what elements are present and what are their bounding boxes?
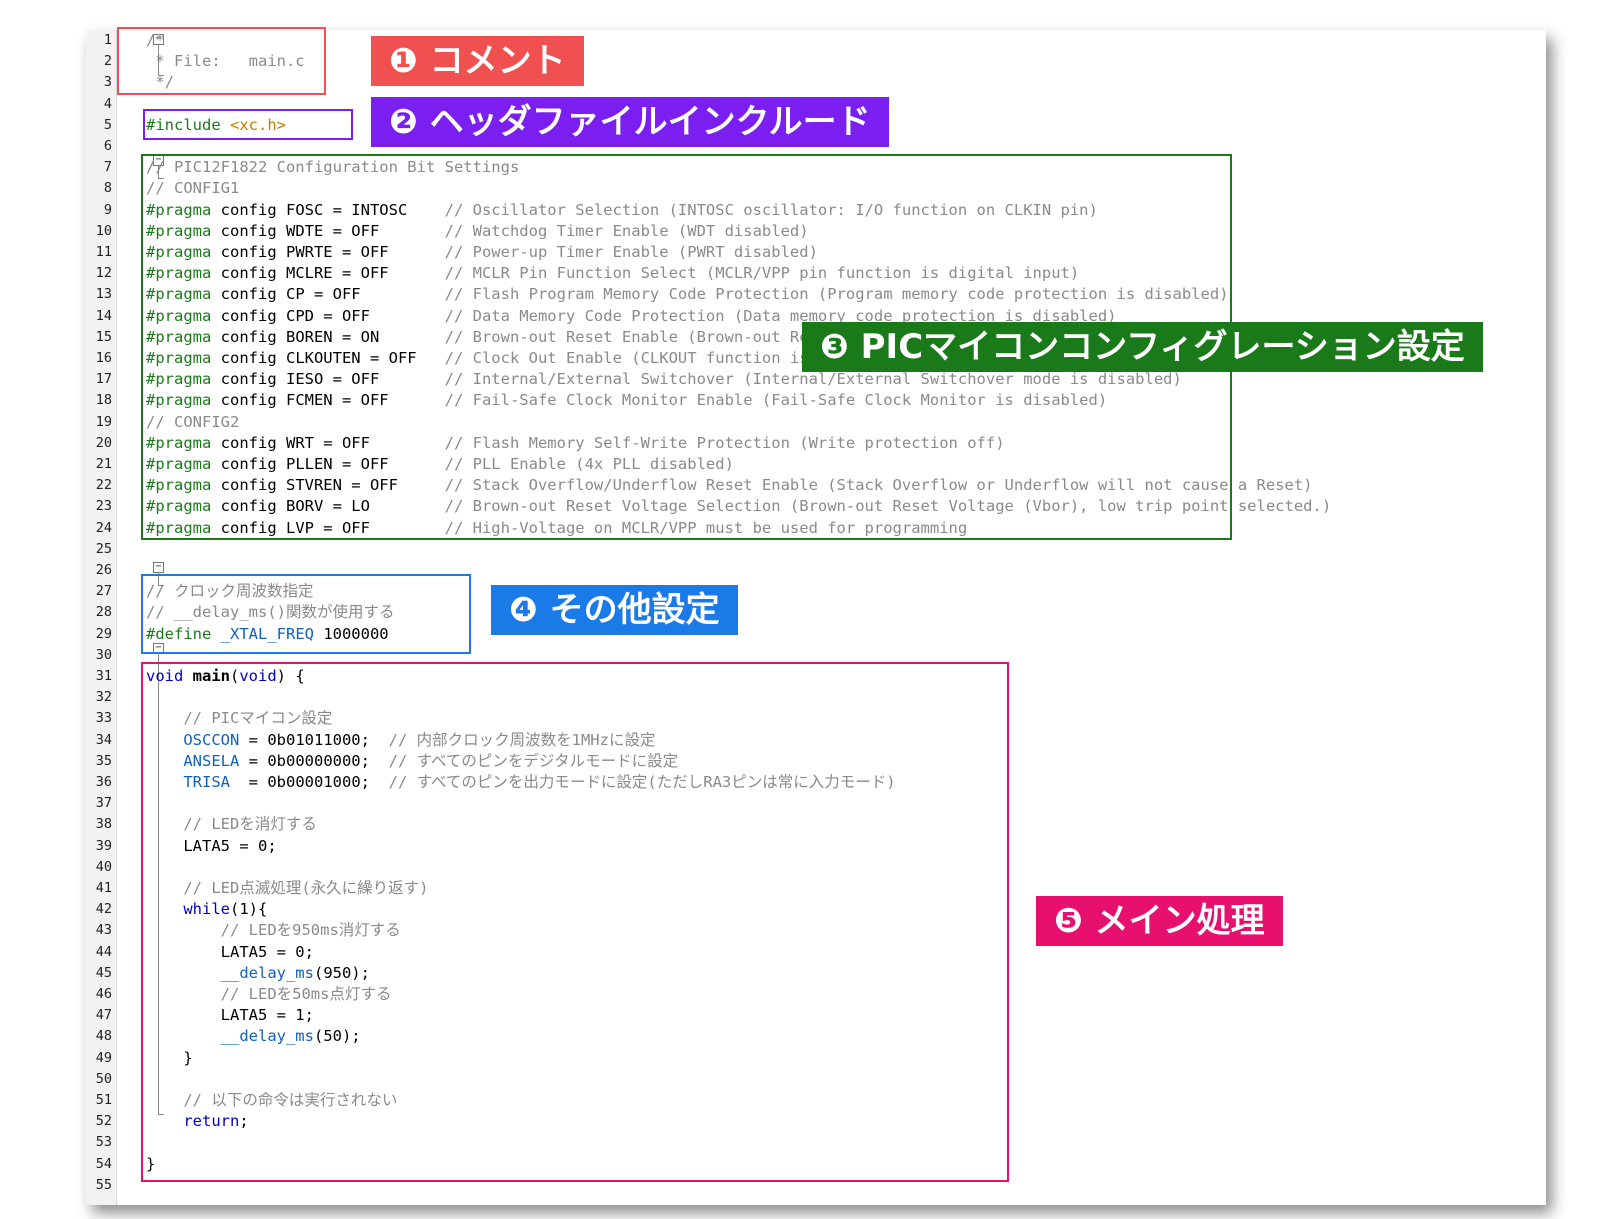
line-number: 21 bbox=[95, 456, 112, 472]
line-number: 15 bbox=[95, 328, 112, 345]
label-main-process: ❺ メイン処理 bbox=[1036, 896, 1283, 946]
other-settings-box bbox=[141, 574, 471, 654]
line-number: 34 bbox=[95, 731, 112, 748]
line-number: 17 bbox=[95, 371, 112, 388]
line-number: 35 bbox=[95, 752, 112, 769]
line-number: 7 bbox=[103, 159, 112, 176]
line-number: 36 bbox=[95, 774, 112, 790]
line-number: 23 bbox=[95, 498, 112, 515]
line-number: 27 bbox=[95, 583, 112, 600]
line-number: 28 bbox=[95, 604, 112, 621]
line-number: 41 bbox=[95, 880, 112, 896]
line-number: 37 bbox=[95, 795, 112, 812]
line-number: 11 bbox=[95, 244, 112, 260]
line-number: 31 bbox=[95, 668, 112, 684]
comment-section-box bbox=[117, 27, 326, 95]
line-number: 2 bbox=[103, 53, 112, 70]
line-number: 14 bbox=[95, 307, 112, 324]
line-number: 26 bbox=[95, 562, 112, 578]
line-number: 13 bbox=[95, 286, 112, 303]
line-number: 12 bbox=[95, 265, 112, 282]
line-number: 51 bbox=[95, 1092, 112, 1108]
line-number: 40 bbox=[95, 858, 112, 875]
include-section-box bbox=[143, 109, 353, 140]
label-header-include: ❷ ヘッダファイルインクルード bbox=[371, 97, 889, 147]
line-number: 24 bbox=[95, 519, 112, 536]
line-number: 48 bbox=[95, 1028, 112, 1045]
line-number: 45 bbox=[95, 964, 112, 981]
line-number: 47 bbox=[95, 1007, 112, 1024]
line-number: 9 bbox=[103, 201, 112, 218]
line-number: 52 bbox=[95, 1113, 112, 1130]
label-comment: ❶ コメント bbox=[371, 36, 584, 86]
fold-column: − − − − bbox=[117, 30, 164, 1205]
label-other-settings: ❹ その他設定 bbox=[491, 585, 738, 635]
line-number: 54 bbox=[95, 1155, 112, 1172]
label-pic-config: ❸ PICマイコンコンフィグレーション設定 bbox=[802, 322, 1483, 372]
line-number: 16 bbox=[95, 350, 112, 366]
main-process-box bbox=[141, 662, 1009, 1182]
line-number: 1 bbox=[103, 32, 112, 48]
fold-toggle-icon[interactable]: − bbox=[153, 562, 164, 573]
line-number: 49 bbox=[95, 1049, 112, 1066]
line-number: 20 bbox=[95, 434, 112, 451]
line-number: 30 bbox=[95, 646, 112, 663]
line-number: 22 bbox=[95, 477, 112, 494]
line-number: 53 bbox=[95, 1134, 112, 1151]
line-number: 4 bbox=[103, 95, 112, 112]
line-number: 42 bbox=[95, 901, 112, 918]
line-number: 6 bbox=[103, 138, 112, 154]
line-number: 32 bbox=[95, 689, 112, 706]
line-number: 50 bbox=[95, 1070, 112, 1087]
line-number: 55 bbox=[95, 1176, 112, 1193]
line-number: 29 bbox=[95, 625, 112, 642]
line-number: 44 bbox=[95, 943, 112, 960]
line-number: 8 bbox=[103, 180, 112, 197]
line-number: 33 bbox=[95, 710, 112, 727]
line-number: 38 bbox=[95, 816, 112, 833]
line-number: 43 bbox=[95, 922, 112, 939]
line-number: 18 bbox=[95, 392, 112, 409]
line-number: 5 bbox=[103, 116, 112, 133]
line-number: 3 bbox=[103, 74, 112, 91]
line-number: 25 bbox=[95, 540, 112, 557]
line-number: 46 bbox=[95, 986, 112, 1002]
line-number: 19 bbox=[95, 413, 112, 430]
line-number: 39 bbox=[95, 837, 112, 854]
line-number: 10 bbox=[95, 222, 112, 239]
